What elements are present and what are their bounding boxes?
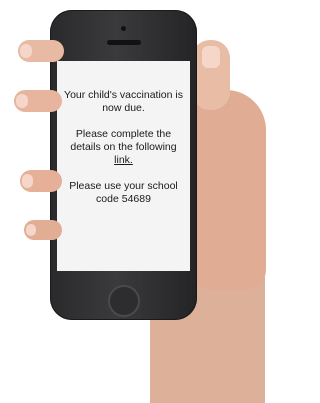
index-finger (18, 40, 64, 62)
smartphone: Your child's vaccination is now due. Ple… (50, 10, 197, 320)
school-code-text: Please use your school code 54689 (69, 180, 178, 205)
ring-finger (20, 170, 62, 192)
photo-stage: Your child's vaccination is now due. Ple… (0, 0, 275, 403)
little-finger (24, 220, 62, 240)
finger-nail (22, 174, 33, 188)
finger-nail (26, 224, 36, 236)
palm (186, 90, 266, 290)
complete-details-prefix: Please complete the details on the follo… (70, 128, 177, 153)
vaccination-due-text: Your child's vaccination is now due. (64, 89, 183, 114)
details-link[interactable]: link. (114, 154, 133, 166)
finger-nail (20, 44, 32, 58)
complete-details-text: Please complete the details on the follo… (57, 128, 190, 167)
home-button[interactable] (108, 285, 140, 317)
thumb-nail (202, 46, 220, 68)
thumb (192, 40, 230, 110)
finger-nail (16, 94, 28, 108)
phone-screen: Your child's vaccination is now due. Ple… (57, 61, 190, 271)
speaker-grille (107, 40, 141, 45)
middle-finger (14, 90, 62, 112)
front-camera-icon (121, 26, 126, 31)
sms-message: Your child's vaccination is now due. Ple… (57, 89, 190, 219)
